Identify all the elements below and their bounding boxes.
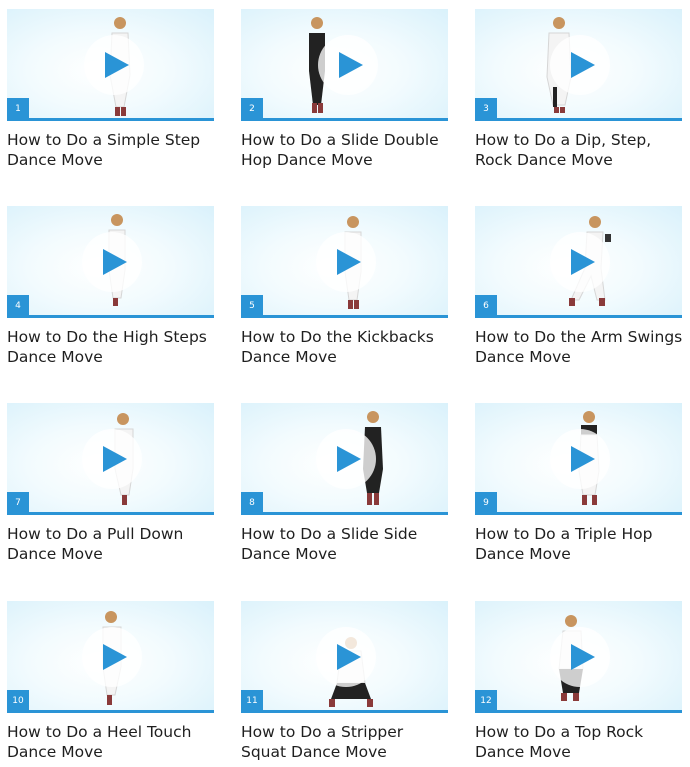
video-number-badge: 3 [475,98,497,121]
progress-bar [241,710,448,713]
video-number-badge: 5 [241,295,263,318]
video-thumbnail[interactable]: 5 [241,206,448,318]
video-card-6[interactable]: 6 How to Do the Arm Swings Dance Move [475,206,684,367]
video-number-badge: 1 [7,98,29,121]
progress-bar [241,315,448,318]
play-button[interactable] [316,232,376,292]
video-card-1[interactable]: 1 How to Do a Simple Step Dance Move [7,9,216,170]
video-title[interactable]: How to Do a Slide Double Hop Dance Move [241,130,451,170]
play-icon [571,52,595,78]
play-icon [337,644,361,670]
video-thumbnail[interactable]: 2 [241,9,448,121]
progress-bar [241,512,448,515]
progress-bar [475,512,682,515]
video-number-badge: 4 [7,295,29,318]
video-title[interactable]: How to Do a Simple Step Dance Move [7,130,217,170]
play-button[interactable] [316,627,376,687]
video-title[interactable]: How to Do a Slide Side Dance Move [241,524,451,564]
video-title[interactable]: How to Do a Pull Down Dance Move [7,524,217,564]
video-number-badge: 11 [241,690,263,713]
video-card-5[interactable]: 5 How to Do the Kickbacks Dance Move [241,206,450,367]
play-button[interactable] [550,232,610,292]
video-title[interactable]: How to Do a Stripper Squat Dance Move [241,722,451,762]
play-icon [103,446,127,472]
video-thumbnail[interactable]: 3 [475,9,682,121]
play-icon [105,52,129,78]
play-icon [339,52,363,78]
video-number-badge: 2 [241,98,263,121]
progress-bar [475,710,682,713]
video-title[interactable]: How to Do a Triple Hop Dance Move [475,524,685,564]
video-card-8[interactable]: 8 How to Do a Slide Side Dance Move [241,403,450,564]
video-card-12[interactable]: 12 How to Do a Top Rock Dance Move [475,601,684,762]
video-card-2[interactable]: 2 How to Do a Slide Double Hop Dance Mov… [241,9,450,170]
video-card-9[interactable]: 9 How to Do a Triple Hop Dance Move [475,403,684,564]
video-card-3[interactable]: 3 How to Do a Dip, Step, Rock Dance Move [475,9,684,170]
video-thumbnail[interactable]: 4 [7,206,214,318]
video-title[interactable]: How to Do the Kickbacks Dance Move [241,327,451,367]
progress-bar [475,315,682,318]
video-thumbnail[interactable]: 9 [475,403,682,515]
play-button[interactable] [318,35,378,95]
video-number-badge: 12 [475,690,497,713]
play-icon [571,446,595,472]
video-title[interactable]: How to Do a Heel Touch Dance Move [7,722,217,762]
play-icon [571,644,595,670]
play-icon [103,249,127,275]
progress-bar [7,315,214,318]
play-button[interactable] [550,627,610,687]
video-thumbnail[interactable]: 8 [241,403,448,515]
progress-bar [241,118,448,121]
video-number-badge: 10 [7,690,29,713]
video-number-badge: 7 [7,492,29,515]
play-button[interactable] [550,429,610,489]
video-title[interactable]: How to Do a Top Rock Dance Move [475,722,685,762]
progress-bar [7,118,214,121]
video-thumbnail[interactable]: 12 [475,601,682,713]
play-button[interactable] [316,429,376,489]
video-number-badge: 6 [475,295,497,318]
play-icon [337,249,361,275]
video-thumbnail[interactable]: 11 [241,601,448,713]
progress-bar [7,710,214,713]
play-button[interactable] [82,429,142,489]
video-thumbnail[interactable]: 7 [7,403,214,515]
video-title[interactable]: How to Do the High Steps Dance Move [7,327,217,367]
progress-bar [7,512,214,515]
video-card-7[interactable]: 7 How to Do a Pull Down Dance Move [7,403,216,564]
play-icon [337,446,361,472]
video-number-badge: 8 [241,492,263,515]
video-thumbnail[interactable]: 10 [7,601,214,713]
video-thumbnail[interactable]: 6 [475,206,682,318]
video-card-10[interactable]: 10 How to Do a Heel Touch Dance Move [7,601,216,762]
video-number-badge: 9 [475,492,497,515]
video-grid: 1 How to Do a Simple Step Dance Move 2 H… [0,0,690,767]
play-button[interactable] [84,35,144,95]
play-button[interactable] [82,232,142,292]
video-title[interactable]: How to Do a Dip, Step, Rock Dance Move [475,130,685,170]
video-title[interactable]: How to Do the Arm Swings Dance Move [475,327,685,367]
play-icon [103,644,127,670]
progress-bar [475,118,682,121]
play-icon [571,249,595,275]
play-button[interactable] [82,627,142,687]
video-thumbnail[interactable]: 1 [7,9,214,121]
play-button[interactable] [550,35,610,95]
video-card-11[interactable]: 11 How to Do a Stripper Squat Dance Move [241,601,450,762]
video-card-4[interactable]: 4 How to Do the High Steps Dance Move [7,206,216,367]
